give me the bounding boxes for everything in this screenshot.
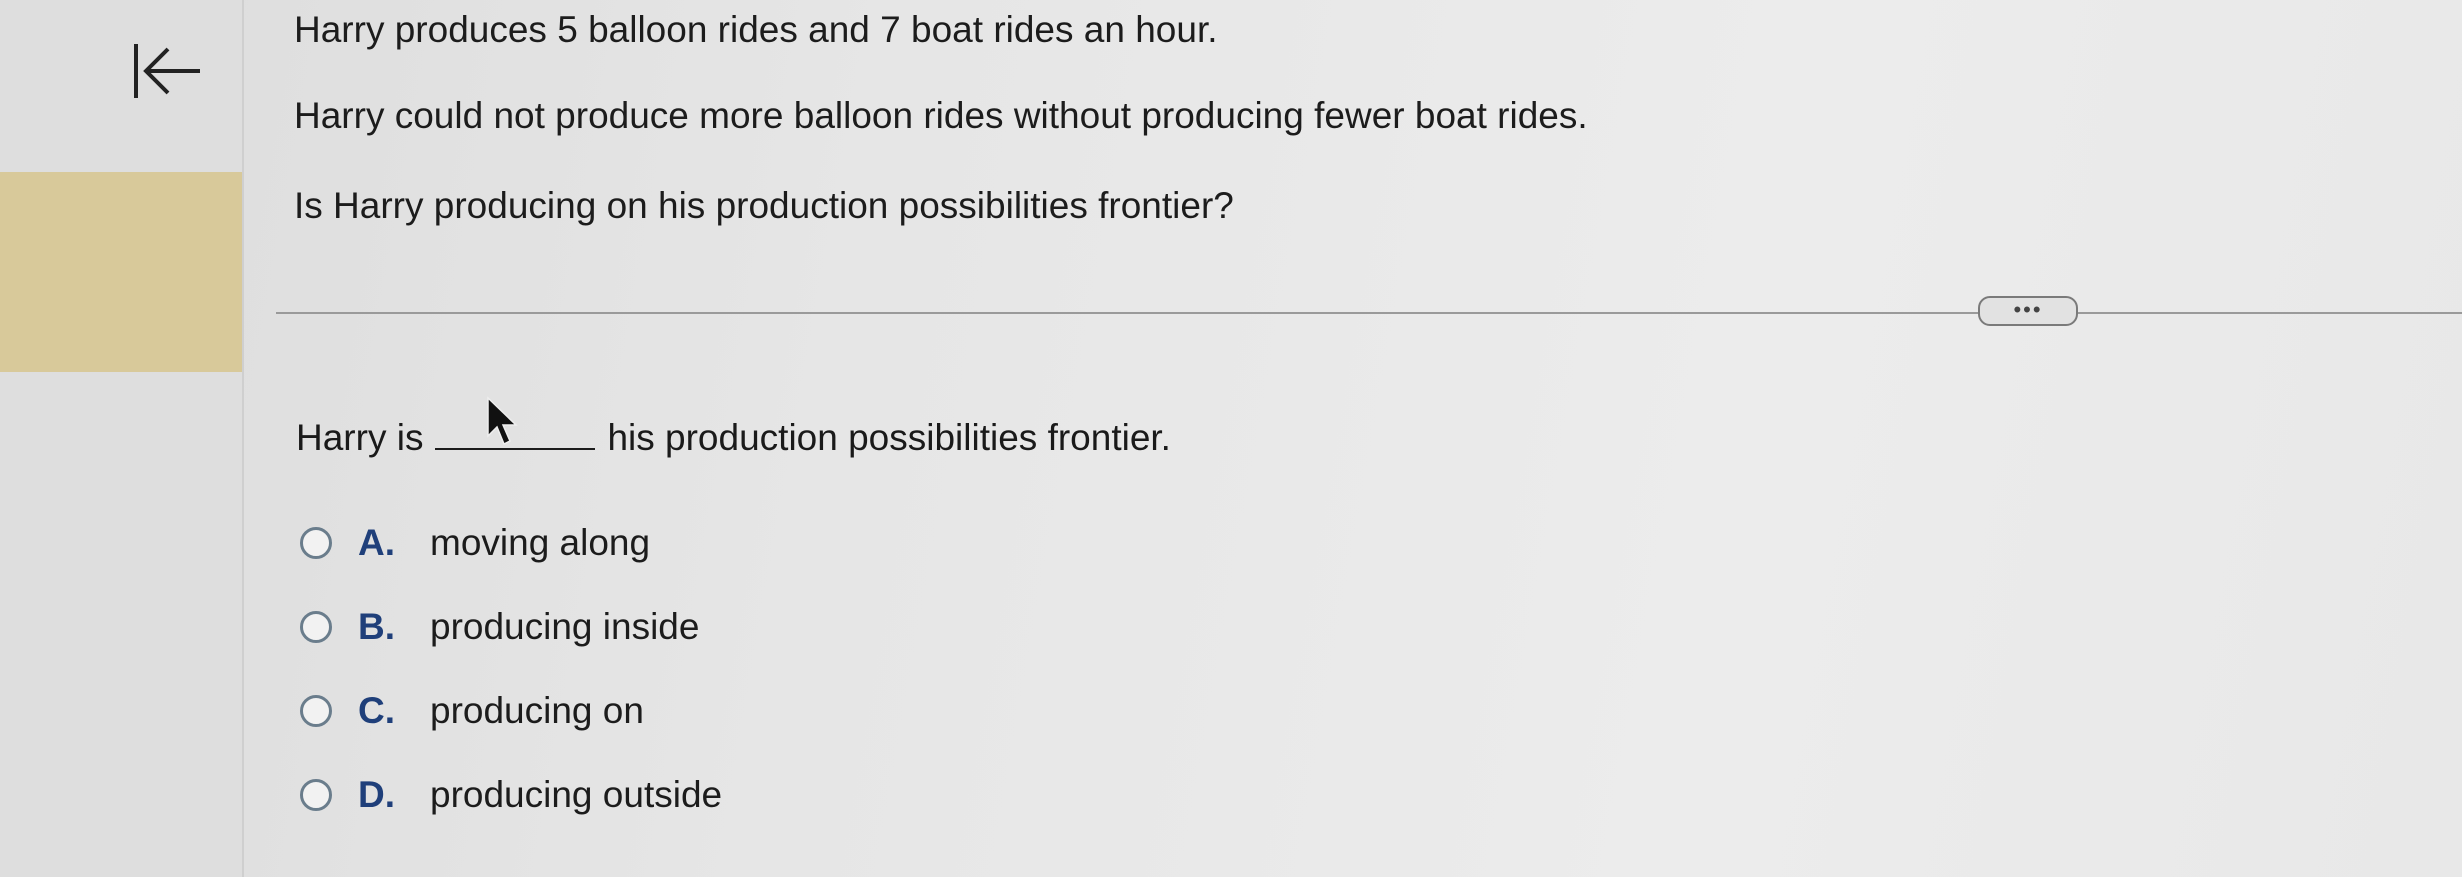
option-text: producing outside <box>430 774 723 815</box>
option-letter: D. <box>358 774 395 815</box>
question-page: Harry produces 5 balloon rides and 7 boa… <box>0 0 2462 877</box>
collapse-left-icon <box>134 44 200 98</box>
option-letter: B. <box>358 606 395 647</box>
section-divider <box>276 312 2462 314</box>
left-navigation-rail <box>0 0 244 877</box>
question-line-1: Harry produces 5 balloon rides and 7 boa… <box>294 9 1218 50</box>
radio-unchecked-icon[interactable] <box>300 527 332 559</box>
fill-in-prompt: Harry is his production possibilities fro… <box>296 414 1171 460</box>
prompt-text-after: his production possibilities frontier. <box>607 417 1171 458</box>
option-text: producing inside <box>430 606 700 647</box>
option-letter: A. <box>358 522 395 563</box>
option-d[interactable]: D. producing outside <box>300 770 722 820</box>
highlighted-panel <box>0 172 242 372</box>
question-line-2: Harry could not produce more balloon rid… <box>294 95 1588 136</box>
option-letter: C. <box>358 690 395 731</box>
option-text: moving along <box>430 522 651 563</box>
radio-unchecked-icon[interactable] <box>300 695 332 727</box>
question-line-3: Is Harry producing on his production pos… <box>294 185 1234 226</box>
collapse-panel-button[interactable] <box>128 36 208 106</box>
prompt-text-before: Harry is <box>296 417 424 458</box>
option-c[interactable]: C. producing on <box>300 686 644 736</box>
option-a[interactable]: A. moving along <box>300 518 650 568</box>
option-text: producing on <box>430 690 644 731</box>
radio-unchecked-icon[interactable] <box>300 611 332 643</box>
option-b[interactable]: B. producing inside <box>300 602 699 652</box>
more-options-button[interactable]: ••• <box>1978 296 2078 326</box>
mouse-pointer-icon <box>487 396 518 446</box>
radio-unchecked-icon[interactable] <box>300 779 332 811</box>
